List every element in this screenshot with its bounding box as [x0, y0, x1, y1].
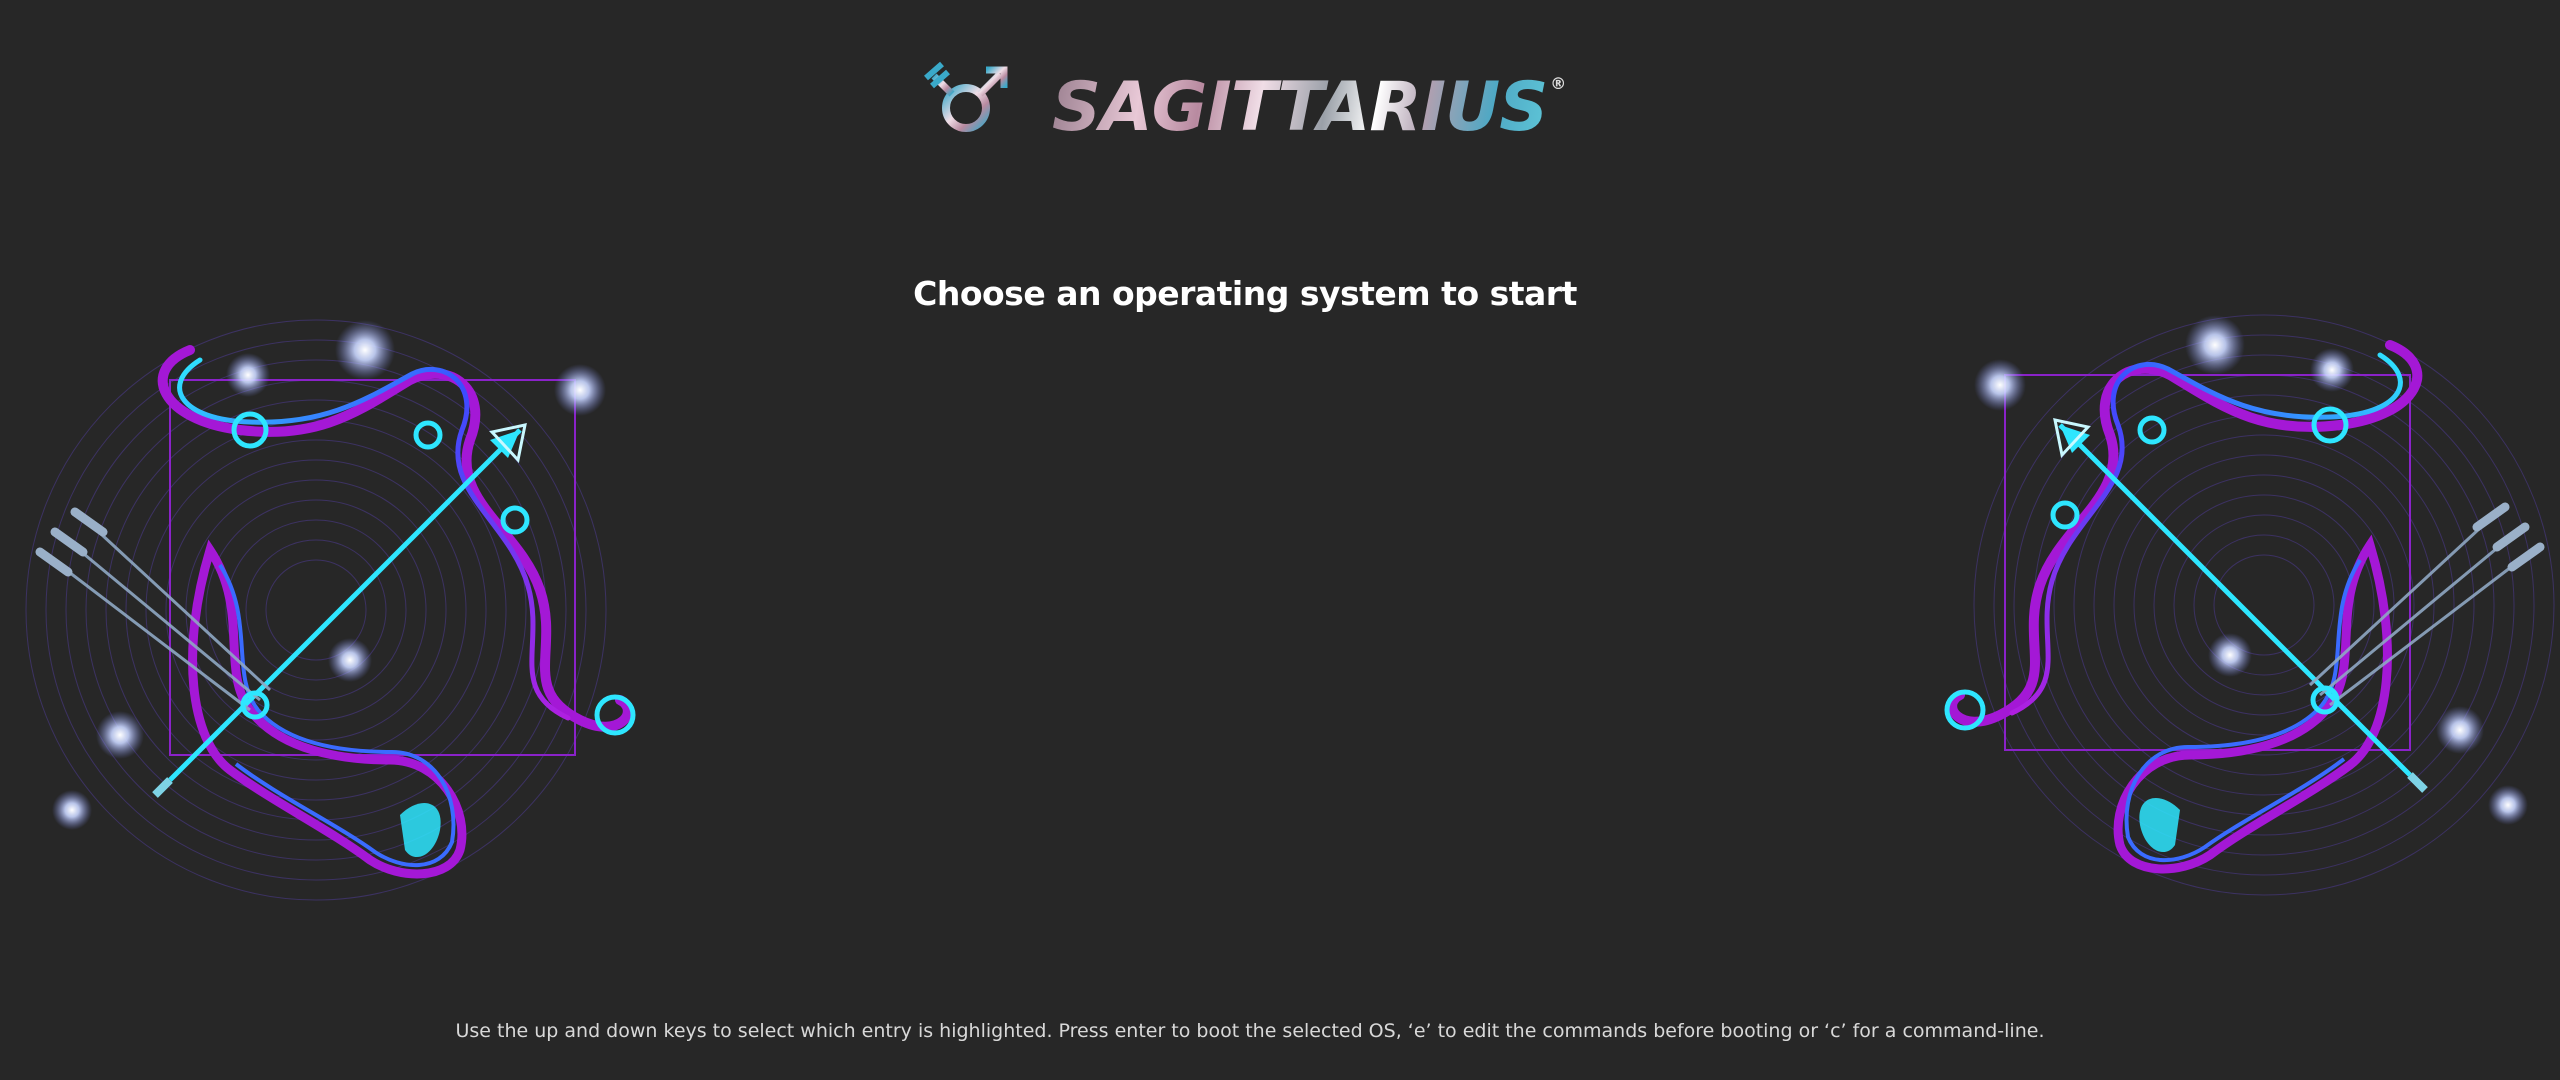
sagittarius-bow-icon [25, 319, 636, 901]
keyboard-help-text: Use the up and down keys to select which… [455, 1020, 2045, 1042]
brand-name: SAGITTARIUS [1052, 68, 1548, 147]
brand-logo: SAGITTARIUS ® [920, 58, 1566, 158]
transgender-symbol-icon [924, 61, 1008, 154]
boot-screen: SAGITTARIUS ® Choose an operating system … [0, 0, 2560, 1080]
registered-mark: ® [1550, 74, 1566, 93]
sagittarius-bow-icon [1944, 314, 2555, 896]
sagittarius-art-right [1900, 285, 2560, 925]
sagittarius-art-left [20, 290, 680, 930]
brand-wordmark: SAGITTARIUS ® [1052, 74, 1566, 142]
boot-menu-list[interactable] [900, 360, 1590, 960]
